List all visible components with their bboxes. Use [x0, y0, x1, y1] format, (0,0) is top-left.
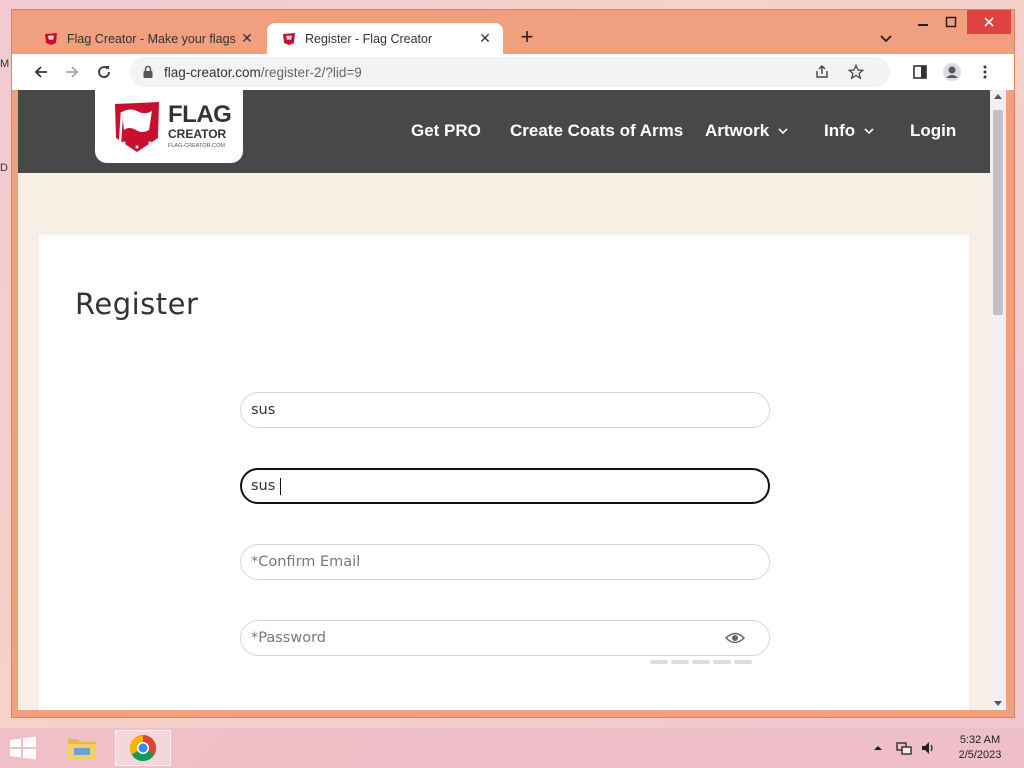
tab-title: Flag Creator - Make your flags — [67, 31, 236, 46]
last-name-field[interactable]: sus — [240, 468, 770, 504]
chevron-down-icon — [864, 128, 874, 135]
scroll-down-arrow-icon[interactable] — [994, 701, 1002, 706]
windows-start-icon[interactable] — [8, 736, 38, 760]
side-panel-button[interactable] — [908, 60, 932, 84]
browser-toolbar: flag-creator.com/register-2/?lid=9 — [12, 54, 1014, 90]
tab-strip: Flag Creator - Make your flags ✕ Registe… — [12, 10, 1014, 54]
address-bar[interactable]: flag-creator.com/register-2/?lid=9 — [130, 57, 890, 87]
page-title: Register — [75, 287, 199, 321]
tab-title: Register - Flag Creator — [305, 31, 433, 46]
flag-shield-logo-icon — [115, 101, 159, 152]
volume-icon[interactable] — [920, 740, 936, 756]
logo-line-domain: FLAG-CREATOR.COM — [168, 143, 225, 150]
site-logo[interactable]: FLAG CREATOR FLAG-CREATOR.COM — [95, 90, 243, 163]
more-vertical-icon — [983, 65, 987, 79]
flag-creator-favicon-icon — [45, 32, 57, 45]
desktop-icon-partial[interactable]: D — [0, 162, 10, 178]
forward-button[interactable] — [60, 60, 84, 84]
register-card: Register sus sus *Confirm Email *Passwor… — [39, 235, 969, 710]
clock-date: 2/5/2023 — [958, 749, 1002, 761]
chrome-icon — [129, 734, 157, 762]
page-scrollbar[interactable] — [990, 90, 1006, 710]
nav-get-pro[interactable]: Get PRO — [411, 121, 481, 141]
tab-close-icon[interactable]: ✕ — [239, 30, 255, 47]
password-field[interactable]: *Password — [240, 620, 770, 656]
field-value: sus — [251, 478, 276, 494]
logo-wordmark: FLAG CREATOR FLAG-CREATOR.COM — [168, 101, 232, 150]
flag-creator-favicon-icon — [283, 32, 295, 45]
tab-search-chevron-icon[interactable] — [876, 28, 896, 48]
nav-create-coats-of-arms[interactable]: Create Coats of Arms — [510, 121, 683, 141]
tray-overflow-chevron-icon[interactable] — [872, 742, 884, 754]
password-strength-meter — [650, 660, 752, 664]
close-window-button[interactable] — [967, 10, 1011, 34]
chevron-down-icon — [778, 128, 788, 135]
site-header: FLAG CREATOR FLAG-CREATOR.COM Get PRO Cr… — [18, 90, 990, 173]
field-placeholder: *Confirm Email — [251, 554, 361, 570]
scroll-up-arrow-icon[interactable] — [994, 94, 1002, 99]
desktop-icon-partial[interactable]: M — [0, 58, 10, 74]
first-name-field[interactable]: sus — [240, 392, 770, 428]
nav-login[interactable]: Login — [910, 121, 956, 141]
url-text[interactable]: flag-creator.com/register-2/?lid=9 — [164, 65, 362, 80]
maximize-icon — [945, 16, 957, 28]
arrow-left-icon — [34, 66, 47, 78]
strength-segment — [650, 660, 668, 664]
lock-icon[interactable] — [142, 65, 154, 79]
taskbar-chrome[interactable] — [115, 730, 171, 766]
minimize-button[interactable] — [910, 10, 936, 34]
taskbar-file-explorer[interactable] — [54, 730, 110, 766]
nav-artwork[interactable]: Artwork — [705, 121, 788, 141]
taskbar: 5:32 AM 2/5/2023 — [0, 728, 1024, 768]
logo-line-creator: CREATOR — [168, 127, 227, 142]
strength-segment — [734, 660, 752, 664]
bookmark-star-icon[interactable] — [848, 64, 864, 80]
scrollbar-thumb[interactable] — [993, 110, 1003, 315]
reload-icon — [98, 66, 110, 78]
back-button[interactable] — [29, 60, 53, 84]
tab-register[interactable]: Register - Flag Creator ✕ — [267, 23, 503, 54]
strength-segment — [671, 660, 689, 664]
maximize-button[interactable] — [938, 10, 964, 34]
browser-menu-button[interactable] — [973, 60, 997, 84]
field-value: sus — [251, 402, 276, 418]
side-panel-icon — [913, 65, 927, 79]
tab-close-icon[interactable]: ✕ — [477, 30, 493, 47]
minimize-icon — [918, 24, 928, 26]
page-viewport: FLAG CREATOR FLAG-CREATOR.COM Get PRO Cr… — [18, 90, 990, 710]
folder-icon — [68, 739, 96, 759]
reload-button[interactable] — [92, 60, 116, 84]
system-tray — [872, 728, 936, 768]
profile-button[interactable] — [940, 60, 964, 84]
strength-segment — [713, 660, 731, 664]
profile-avatar-icon — [943, 63, 961, 81]
arrow-right-icon — [66, 66, 79, 78]
field-placeholder: *Password — [251, 630, 326, 646]
share-icon[interactable] — [814, 64, 830, 80]
show-password-eye-icon[interactable] — [725, 631, 745, 645]
browser-window: Flag Creator - Make your flags ✕ Registe… — [11, 9, 1015, 718]
strength-segment — [692, 660, 710, 664]
logo-line-flag: FLAG — [168, 101, 232, 129]
network-icon[interactable] — [896, 740, 912, 756]
confirm-email-field[interactable]: *Confirm Email — [240, 544, 770, 580]
close-icon — [984, 17, 994, 27]
taskbar-clock[interactable]: 5:32 AM 2/5/2023 — [948, 733, 1012, 763]
text-caret — [280, 477, 282, 495]
clock-time: 5:32 AM — [959, 734, 1001, 746]
new-tab-button[interactable]: + — [515, 26, 539, 50]
nav-info[interactable]: Info — [824, 121, 874, 141]
tab-flag-creator-home[interactable]: Flag Creator - Make your flags ✕ — [29, 23, 265, 54]
